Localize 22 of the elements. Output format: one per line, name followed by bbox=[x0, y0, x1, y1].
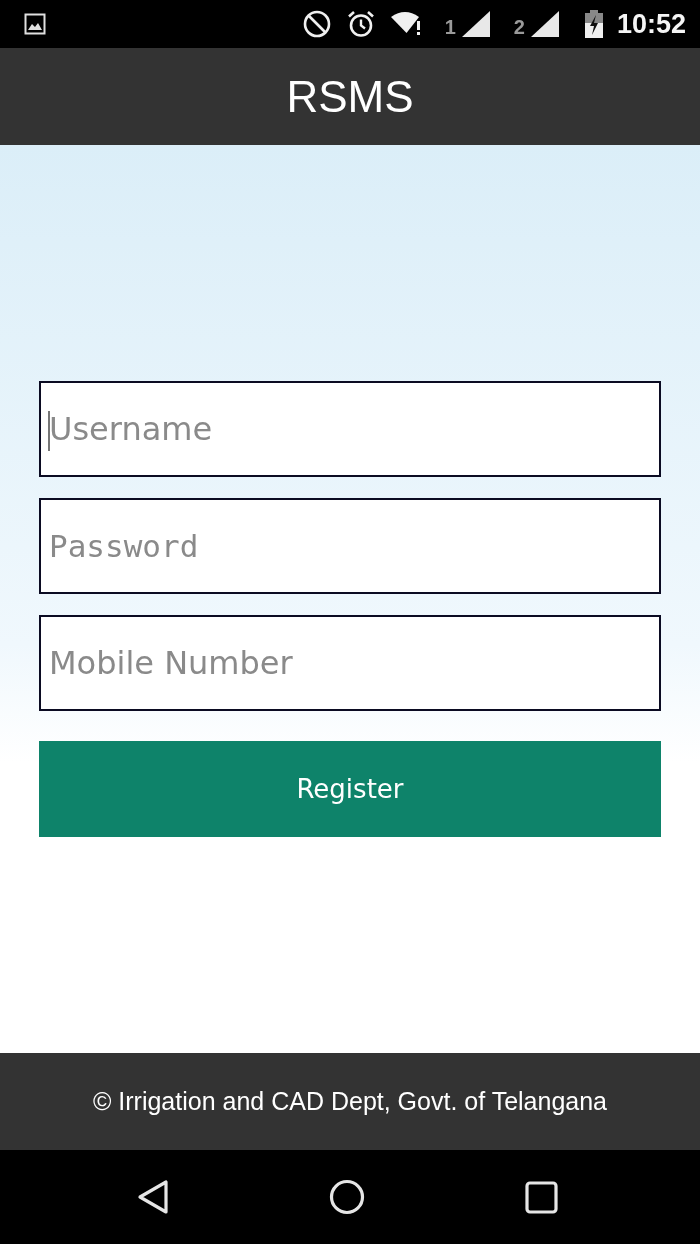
sim-label: 1 bbox=[444, 17, 456, 37]
back-icon bbox=[136, 1179, 169, 1215]
square-icon bbox=[524, 1180, 558, 1214]
signal-icon bbox=[530, 11, 559, 37]
clock-time: 10:52 bbox=[616, 9, 686, 39]
alarm-clock-icon bbox=[346, 10, 375, 38]
home-button[interactable] bbox=[328, 1179, 365, 1215]
recent-apps-button[interactable] bbox=[524, 1180, 558, 1214]
sim-label: 2 bbox=[513, 17, 525, 37]
register-button[interactable]: Register bbox=[39, 741, 661, 837]
blocked-icon bbox=[302, 10, 331, 38]
battery-charging-icon bbox=[584, 10, 603, 38]
mobile-number-field[interactable]: Mobile Number bbox=[39, 615, 661, 711]
copyright-text: © Irrigation and CAD Dept, Govt. of Telangana bbox=[92, 1087, 608, 1116]
wifi-alert-icon bbox=[390, 11, 421, 37]
back-button[interactable] bbox=[136, 1179, 169, 1215]
signal-icon bbox=[461, 11, 490, 37]
image-icon bbox=[24, 13, 46, 35]
home-icon bbox=[328, 1179, 365, 1215]
app-title: RSMS bbox=[286, 70, 414, 123]
username-field[interactable]: Username bbox=[39, 381, 661, 477]
password-field[interactable]: Password bbox=[39, 498, 661, 594]
